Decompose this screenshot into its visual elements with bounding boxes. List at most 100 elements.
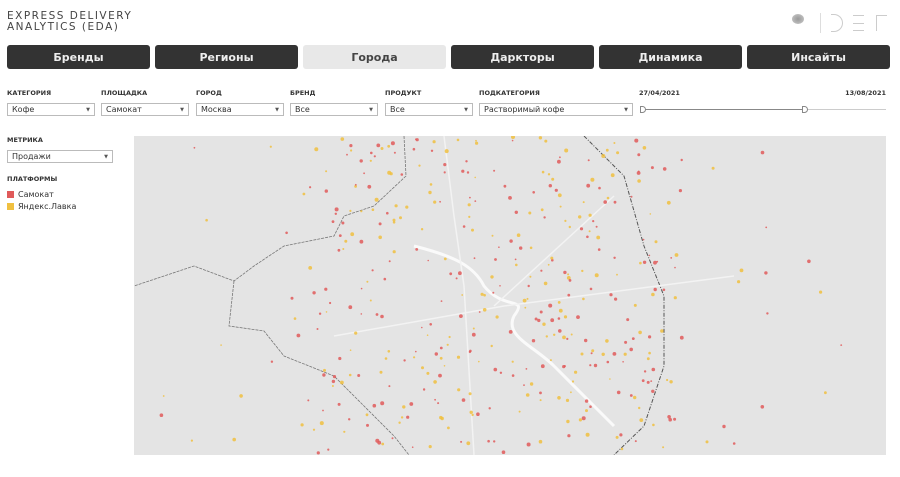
store-point[interactable] bbox=[375, 313, 379, 316]
store-point[interactable] bbox=[467, 203, 471, 207]
store-point[interactable] bbox=[526, 442, 531, 447]
store-point[interactable] bbox=[322, 373, 326, 377]
store-point[interactable] bbox=[428, 190, 432, 195]
store-point[interactable] bbox=[722, 424, 726, 429]
store-point[interactable] bbox=[666, 200, 671, 205]
tab-cities[interactable]: Города bbox=[303, 45, 446, 69]
store-point[interactable] bbox=[493, 440, 496, 443]
store-point[interactable] bbox=[373, 155, 376, 158]
store-point[interactable] bbox=[387, 350, 391, 353]
store-point[interactable] bbox=[329, 301, 332, 305]
store-point[interactable] bbox=[590, 177, 595, 182]
store-point[interactable] bbox=[576, 315, 580, 319]
store-point[interactable] bbox=[400, 416, 404, 419]
store-point[interactable] bbox=[760, 150, 765, 155]
store-point[interactable] bbox=[432, 140, 436, 144]
store-point[interactable] bbox=[639, 261, 642, 265]
store-point[interactable] bbox=[468, 350, 472, 354]
store-point[interactable] bbox=[581, 269, 584, 273]
store-point[interactable] bbox=[633, 395, 637, 400]
store-point[interactable] bbox=[653, 287, 657, 292]
store-point[interactable] bbox=[631, 337, 635, 340]
legend-item-lavka[interactable]: Яндекс.Лавка bbox=[7, 200, 76, 212]
store-point[interactable] bbox=[338, 356, 342, 361]
store-point[interactable] bbox=[563, 315, 568, 319]
store-point[interactable] bbox=[439, 200, 441, 203]
store-point[interactable] bbox=[239, 394, 243, 398]
store-point[interactable] bbox=[378, 222, 382, 226]
store-point[interactable] bbox=[629, 347, 633, 352]
store-point[interactable] bbox=[567, 293, 571, 297]
store-point[interactable] bbox=[648, 335, 652, 339]
store-point[interactable] bbox=[673, 417, 677, 421]
store-point[interactable] bbox=[374, 197, 379, 202]
store-point[interactable] bbox=[349, 209, 352, 212]
store-point[interactable] bbox=[590, 352, 593, 355]
store-point[interactable] bbox=[619, 433, 623, 437]
store-point[interactable] bbox=[563, 270, 567, 275]
store-point[interactable] bbox=[495, 315, 499, 319]
store-point[interactable] bbox=[662, 167, 667, 171]
store-point[interactable] bbox=[193, 146, 196, 149]
store-point[interactable] bbox=[338, 234, 342, 237]
store-point[interactable] bbox=[528, 211, 532, 215]
store-point[interactable] bbox=[514, 210, 518, 214]
store-point[interactable] bbox=[433, 380, 437, 384]
store-point[interactable] bbox=[624, 340, 628, 344]
store-point[interactable] bbox=[526, 297, 529, 300]
store-point[interactable] bbox=[461, 294, 464, 296]
store-point[interactable] bbox=[566, 419, 570, 424]
store-point[interactable] bbox=[360, 210, 363, 213]
legend-item-samokat[interactable]: Самокат bbox=[7, 188, 76, 200]
store-point[interactable] bbox=[570, 333, 573, 336]
store-point[interactable] bbox=[490, 344, 493, 348]
store-point[interactable] bbox=[662, 446, 665, 449]
store-point[interactable] bbox=[588, 230, 591, 233]
store-point[interactable] bbox=[444, 149, 449, 154]
store-point[interactable] bbox=[318, 312, 322, 315]
store-point[interactable] bbox=[462, 225, 466, 228]
category-select[interactable]: Кофе ▼ bbox=[7, 103, 95, 116]
store-point[interactable] bbox=[582, 201, 585, 204]
product-select[interactable]: Все ▼ bbox=[385, 103, 473, 116]
store-point[interactable] bbox=[594, 273, 599, 278]
store-point[interactable] bbox=[471, 332, 476, 337]
store-point[interactable] bbox=[369, 159, 372, 162]
store-point[interactable] bbox=[349, 349, 352, 351]
store-point[interactable] bbox=[540, 269, 543, 272]
store-point[interactable] bbox=[551, 177, 555, 181]
store-point[interactable] bbox=[456, 355, 461, 359]
store-point[interactable] bbox=[610, 173, 615, 178]
store-point[interactable] bbox=[559, 205, 562, 208]
store-point[interactable] bbox=[651, 389, 655, 393]
store-point[interactable] bbox=[443, 257, 447, 261]
store-point[interactable] bbox=[434, 352, 438, 356]
store-point[interactable] bbox=[473, 257, 476, 260]
store-point[interactable] bbox=[366, 280, 369, 283]
store-point[interactable] bbox=[468, 215, 471, 218]
store-point[interactable] bbox=[300, 423, 304, 427]
store-point[interactable] bbox=[406, 415, 410, 419]
store-point[interactable] bbox=[616, 273, 618, 276]
store-point[interactable] bbox=[418, 164, 421, 167]
store-point[interactable] bbox=[438, 373, 442, 378]
store-point[interactable] bbox=[205, 218, 208, 222]
store-point[interactable] bbox=[653, 260, 657, 265]
store-point[interactable] bbox=[482, 308, 487, 312]
store-point[interactable] bbox=[459, 314, 463, 318]
store-point[interactable] bbox=[471, 413, 474, 417]
store-point[interactable] bbox=[623, 352, 627, 356]
store-point[interactable] bbox=[387, 170, 392, 175]
tab-darkstores[interactable]: Даркторы bbox=[451, 45, 594, 69]
store-point[interactable] bbox=[557, 317, 561, 320]
store-point[interactable] bbox=[525, 393, 530, 397]
store-point[interactable] bbox=[637, 153, 641, 157]
tab-dynamics[interactable]: Динамика bbox=[599, 45, 742, 69]
store-point[interactable] bbox=[597, 248, 601, 251]
store-point[interactable] bbox=[612, 352, 617, 356]
store-point[interactable] bbox=[548, 303, 553, 308]
store-point[interactable] bbox=[732, 442, 736, 445]
store-point[interactable] bbox=[539, 391, 542, 395]
store-point[interactable] bbox=[550, 318, 555, 323]
store-point[interactable] bbox=[587, 159, 590, 162]
